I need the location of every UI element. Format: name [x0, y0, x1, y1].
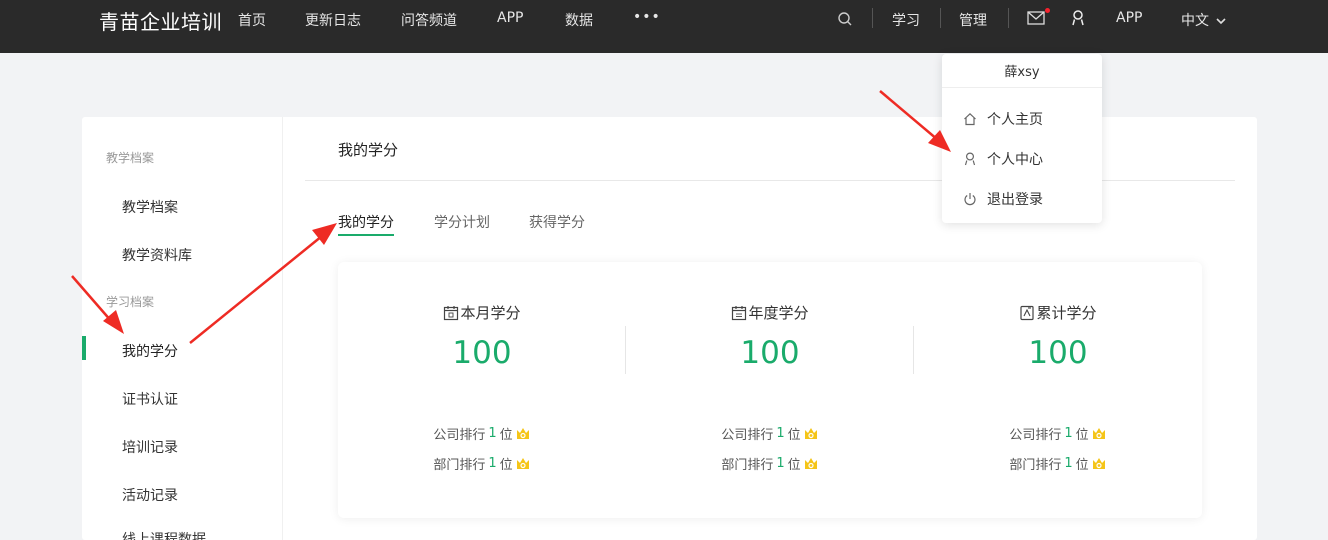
stat-yearly: 年度学分 100 公司排行 1 位 部门排行 1 位 — [626, 262, 914, 518]
nav-changelog[interactable]: 更新日志 — [305, 10, 361, 30]
rank-number: 1 — [776, 426, 785, 441]
rank-label: 公司排行 — [1009, 428, 1062, 443]
home-icon — [964, 112, 976, 126]
stat-label-row: 本月学分 — [338, 302, 626, 323]
nav-divider — [872, 8, 873, 28]
power-icon — [964, 193, 976, 206]
nav-manage[interactable]: 管理 — [959, 10, 987, 30]
rank-label: 部门排行 — [721, 458, 774, 473]
stat-label-row: 年度学分 — [626, 302, 914, 323]
rank-number: 1 — [1064, 426, 1073, 441]
department-rank-row: 部门排行 1 位 — [626, 454, 914, 473]
mail-icon[interactable] — [1027, 10, 1045, 29]
department-rank-row: 部门排行 1 位 — [914, 454, 1202, 473]
nav-study[interactable]: 学习 — [892, 10, 920, 30]
sidebar-item-certificates[interactable]: 证书认证 — [122, 389, 178, 409]
chevron-down-icon — [1216, 18, 1227, 25]
user-icon — [964, 152, 976, 166]
stat-label: 累计学分 — [1036, 304, 1097, 322]
stat-value: 100 — [1028, 335, 1088, 371]
rank-unit: 位 — [787, 428, 801, 443]
menu-item-profile-home[interactable]: 个人主页 — [942, 101, 1102, 137]
user-dropdown-menu: 薛xsy 个人主页 个人中心 退出登录 — [942, 54, 1102, 223]
stat-monthly: 本月学分 100 公司排行 1 位 部门排行 1 位 — [338, 262, 626, 518]
rank-number: 1 — [776, 456, 785, 471]
sidebar-item-online-course-data[interactable]: 线上课程数据 — [122, 529, 206, 540]
sidebar: 教学档案 教学档案 教学资料库 学习档案 我的学分 证书认证 培训记录 活动记录… — [82, 117, 283, 540]
sidebar-item-teaching-archive[interactable]: 教学档案 — [122, 197, 178, 217]
nav-data[interactable]: 数据 — [565, 10, 593, 30]
menu-item-logout[interactable]: 退出登录 — [942, 181, 1102, 217]
stat-label-row: 累计学分 — [914, 302, 1202, 323]
sidebar-item-teaching-library[interactable]: 教学资料库 — [122, 245, 192, 265]
rank-label: 公司排行 — [721, 428, 774, 443]
menu-item-label: 退出登录 — [987, 192, 1043, 208]
cumulative-icon — [1020, 305, 1035, 320]
sidebar-item-training-records[interactable]: 培训记录 — [122, 437, 178, 457]
rank-label: 部门排行 — [433, 458, 486, 473]
tab-active-underline — [338, 234, 394, 236]
medal-icon — [516, 457, 529, 469]
company-rank-row: 公司排行 1 位 — [338, 424, 626, 443]
stat-value: 100 — [740, 335, 800, 371]
credit-stats-panel: 本月学分 100 公司排行 1 位 部门排行 1 位 年度学分 100 公司排行 1 位 — [338, 262, 1202, 518]
rank-label: 公司排行 — [433, 428, 486, 443]
tab-earn-credits[interactable]: 获得学分 — [529, 212, 585, 232]
medal-icon — [1092, 457, 1105, 469]
search-icon[interactable] — [837, 11, 853, 31]
menu-item-label: 个人主页 — [987, 112, 1043, 128]
nav-app-right[interactable]: APP — [1116, 10, 1142, 26]
medal-icon — [1092, 427, 1105, 439]
rank-unit: 位 — [1075, 458, 1089, 473]
sidebar-item-my-credits[interactable]: 我的学分 — [122, 341, 178, 361]
rank-unit: 位 — [499, 428, 513, 443]
nav-qa-channel[interactable]: 问答频道 — [401, 10, 457, 30]
rank-number: 1 — [488, 426, 497, 441]
top-navigation-bar: 青苗企业培训 首页 更新日志 问答频道 APP 数据 ••• 学习 管理 APP… — [0, 0, 1328, 53]
calendar-month-icon — [444, 305, 459, 320]
menu-item-personal-center[interactable]: 个人中心 — [942, 141, 1102, 177]
language-selector[interactable]: 中文 — [1181, 10, 1227, 30]
rank-unit: 位 — [499, 458, 513, 473]
nav-divider — [1008, 8, 1009, 28]
company-rank-row: 公司排行 1 位 — [914, 424, 1202, 443]
nav-app[interactable]: APP — [497, 10, 523, 26]
dropdown-username: 薛xsy — [942, 54, 1102, 88]
user-icon[interactable] — [1071, 10, 1085, 30]
medal-icon — [516, 427, 529, 439]
nav-divider — [940, 8, 941, 28]
page-title: 我的学分 — [338, 141, 399, 159]
sidebar-item-activity-records[interactable]: 活动记录 — [122, 485, 178, 505]
menu-item-label: 个人中心 — [987, 152, 1043, 168]
rank-unit: 位 — [787, 458, 801, 473]
calendar-year-icon — [732, 305, 747, 320]
company-rank-row: 公司排行 1 位 — [626, 424, 914, 443]
notification-dot — [1045, 8, 1050, 13]
medal-icon — [804, 427, 817, 439]
brand-logo-text[interactable]: 青苗企业培训 — [99, 6, 222, 35]
stat-value: 100 — [452, 335, 512, 371]
nav-home[interactable]: 首页 — [238, 10, 266, 30]
stat-cumulative: 累计学分 100 公司排行 1 位 部门排行 1 位 — [914, 262, 1202, 518]
rank-unit: 位 — [1075, 428, 1089, 443]
medal-icon — [804, 457, 817, 469]
language-label: 中文 — [1181, 13, 1209, 29]
sidebar-group-teaching: 教学档案 — [106, 151, 155, 165]
rank-number: 1 — [1064, 456, 1073, 471]
sidebar-active-indicator — [82, 336, 86, 360]
stat-label: 年度学分 — [748, 304, 809, 322]
tab-my-credits[interactable]: 我的学分 — [338, 212, 394, 232]
nav-more-button[interactable]: ••• — [633, 9, 661, 25]
department-rank-row: 部门排行 1 位 — [338, 454, 626, 473]
rank-label: 部门排行 — [1009, 458, 1062, 473]
tab-credit-plan[interactable]: 学分计划 — [434, 212, 490, 232]
rank-number: 1 — [488, 456, 497, 471]
stat-label: 本月学分 — [460, 304, 521, 322]
sidebar-group-learning: 学习档案 — [106, 295, 155, 309]
